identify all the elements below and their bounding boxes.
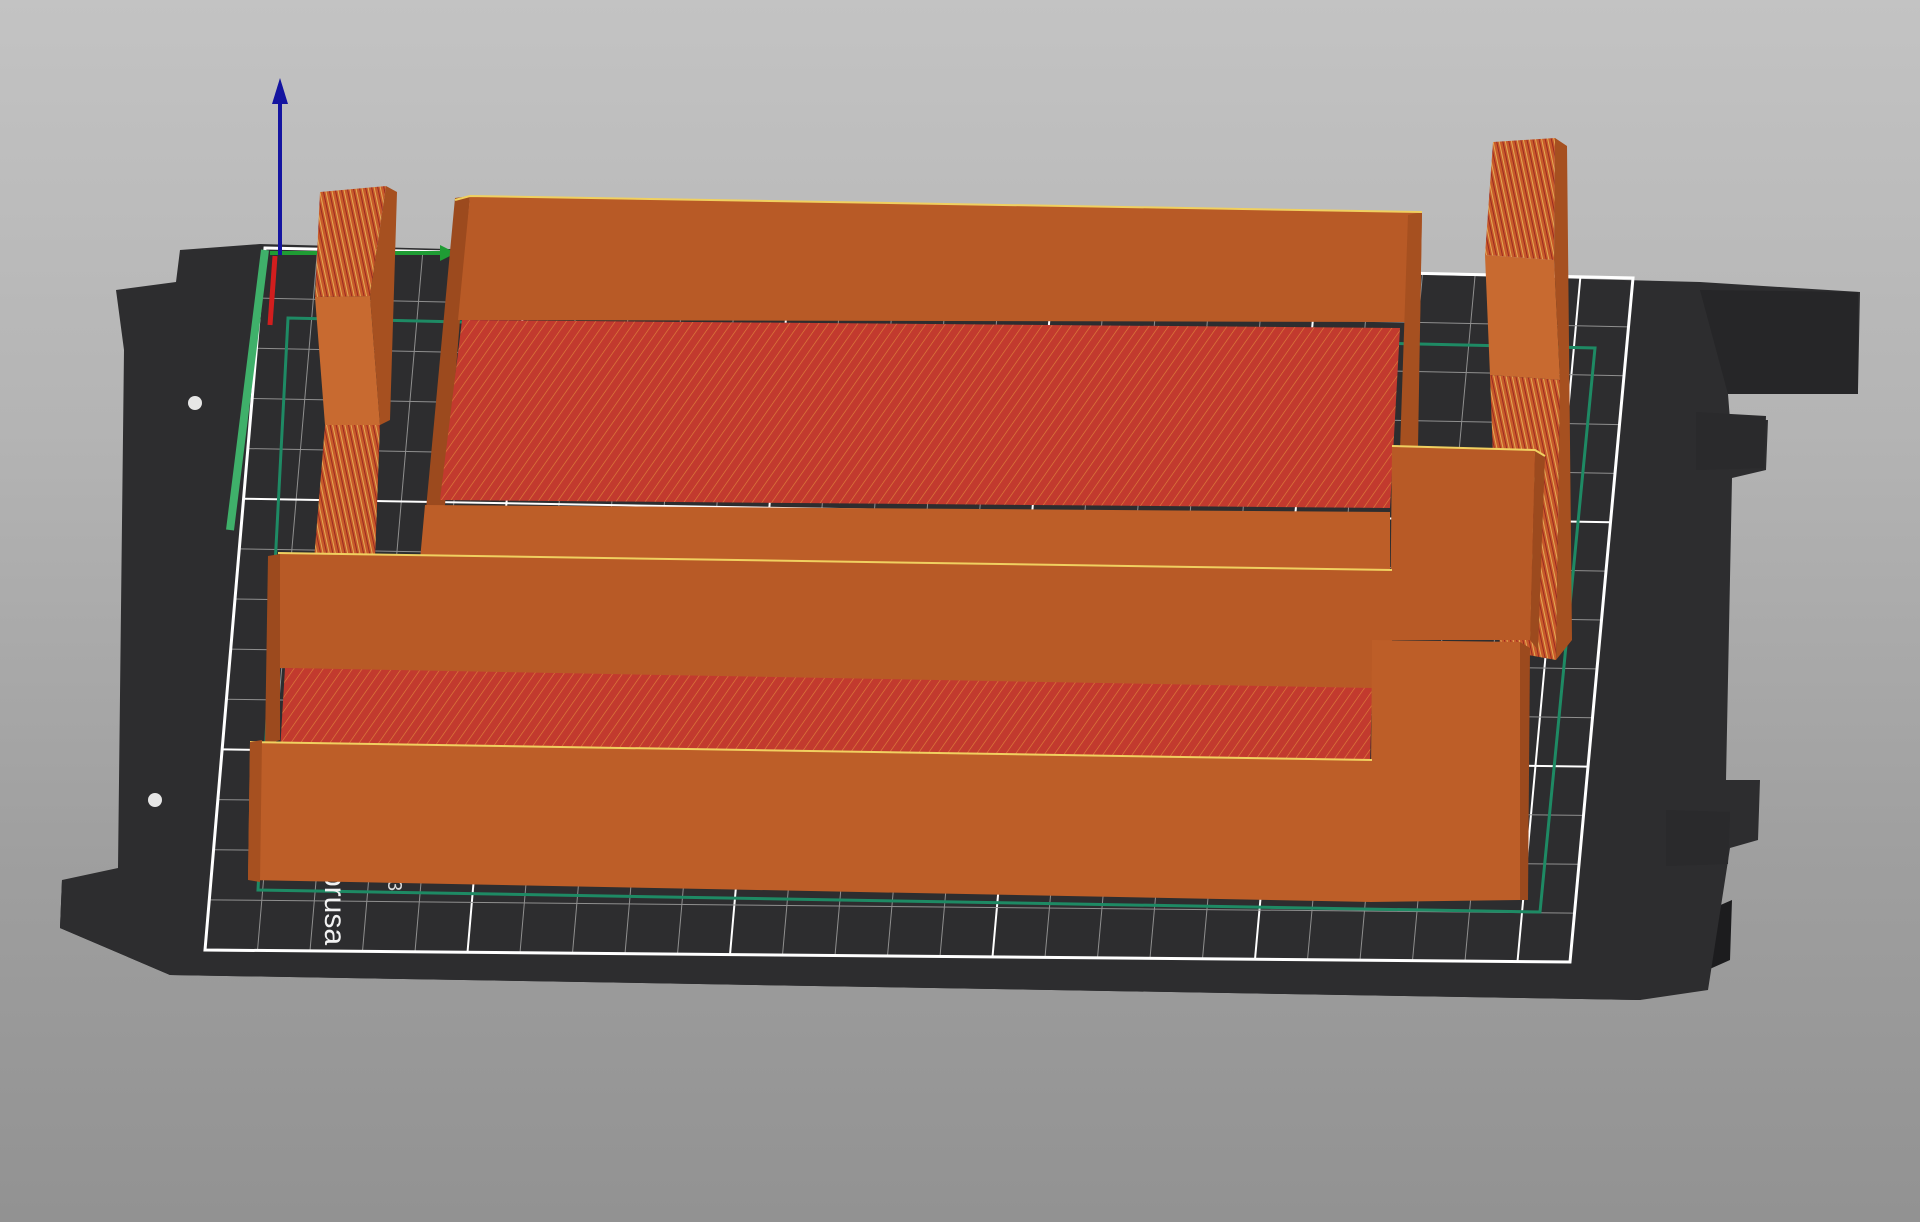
bed-mount-notch [1666,810,1730,866]
left-pillar-front [315,296,380,425]
bed-hole [188,396,202,410]
3d-scene[interactable]: prusa 3 [0,0,1920,1222]
middle-tray-back-wall [275,553,1392,690]
back-tray[interactable] [420,194,1423,575]
back-tray-infill [440,320,1400,508]
z-axis-arrow [272,78,288,104]
front-wall[interactable] [248,740,1373,902]
3d-preview-viewport[interactable]: prusa 3 [0,0,1920,1222]
bed-hole [148,793,162,807]
right-pillar-front [1485,255,1560,380]
right-block[interactable] [1390,445,1546,650]
back-tray-back-wall [458,196,1422,322]
left-pillar-bottom-stripes [314,425,380,560]
right-pillar-top-stripes [1485,138,1555,260]
front-wall-face [248,742,1372,902]
front-right-block-face [1370,640,1520,902]
front-right-block[interactable] [1370,640,1530,902]
front-wall-left-edge [248,740,262,882]
middle-tray[interactable] [265,552,1393,765]
right-block-upper [1390,446,1535,640]
bed-mount-notch [1696,412,1766,470]
